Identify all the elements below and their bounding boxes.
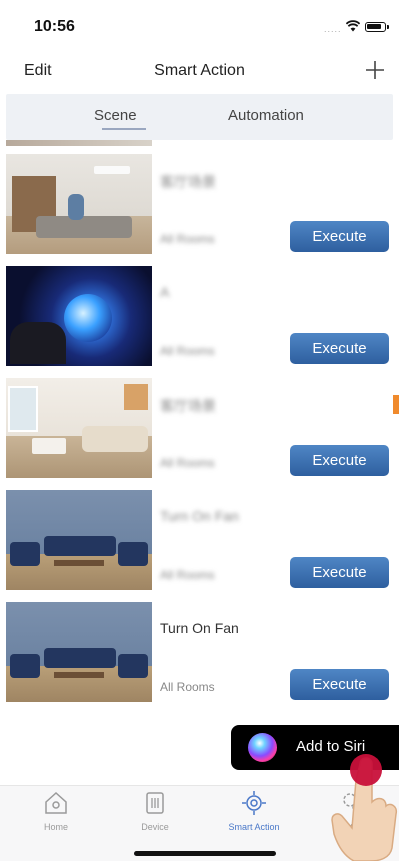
- scene-name: Turn On Fan: [160, 620, 239, 636]
- scene-room: All Rooms: [160, 568, 215, 582]
- scene-card[interactable]: Turn On Fan All Rooms Execute: [6, 490, 393, 590]
- device-icon: [146, 792, 164, 814]
- tabbar-item-home[interactable]: Home: [16, 790, 96, 832]
- tabbar-label: Smart Action: [228, 822, 280, 832]
- siri-icon: [248, 733, 277, 762]
- planet-shape: [64, 294, 112, 342]
- status-time: 10:56: [34, 18, 75, 35]
- air-conditioner-shape: [94, 166, 130, 174]
- scene-name: 客厅场景: [160, 398, 216, 414]
- tabbar-label: Device: [141, 822, 169, 832]
- execute-button[interactable]: Execute: [290, 221, 389, 252]
- tabbar-item-smart-action[interactable]: Smart Action: [214, 790, 294, 832]
- smart-action-icon: [242, 791, 266, 815]
- scene-room: All Rooms: [160, 344, 215, 358]
- home-indicator: [134, 851, 276, 856]
- battery-icon: [365, 22, 389, 32]
- home-icon: [45, 791, 67, 814]
- cellular-signal-icon: .....: [324, 24, 342, 34]
- scene-card[interactable]: 客厅场景 All Rooms Execute: [6, 378, 393, 478]
- side-tab-marker: [393, 395, 399, 414]
- execute-button[interactable]: Execute: [290, 669, 389, 700]
- sofa-shape: [44, 536, 116, 556]
- scene-card[interactable]: A All Rooms Execute: [6, 266, 393, 366]
- table-shape: [54, 672, 104, 678]
- scene-name: Turn On Fan: [160, 508, 239, 524]
- tab-automation[interactable]: Automation: [228, 107, 304, 124]
- scene-automation-tabs: Scene Automation: [6, 94, 393, 140]
- scene-room: All Rooms: [160, 232, 215, 246]
- armchair-shape: [118, 542, 148, 566]
- scene-card[interactable]: Turn On Fan All Rooms Execute: [6, 602, 393, 702]
- armchair-shape: [10, 654, 40, 678]
- scene-image: [6, 602, 152, 702]
- armchair-shape: [10, 542, 40, 566]
- picture-frame-shape: [124, 384, 148, 410]
- person-shape: [68, 194, 84, 220]
- scene-room: All Rooms: [160, 680, 215, 694]
- scene-image: [6, 490, 152, 590]
- scene-image: [6, 266, 152, 366]
- scene-image: [6, 154, 152, 254]
- scene-card[interactable]: 客厅场景 All Rooms Execute: [6, 154, 393, 254]
- wifi-icon: [346, 20, 360, 32]
- table-shape: [32, 438, 66, 454]
- scene-image: [6, 378, 152, 478]
- armchair-shape: [118, 654, 148, 678]
- scene-name: 客厅场景: [160, 174, 216, 190]
- tab-scene[interactable]: Scene: [94, 107, 137, 124]
- sofa-shape: [44, 648, 116, 668]
- sofa-shape: [36, 216, 132, 238]
- sofa-shape: [82, 426, 148, 452]
- page-title: Smart Action: [154, 62, 245, 79]
- execute-button[interactable]: Execute: [290, 445, 389, 476]
- add-icon[interactable]: [364, 59, 386, 81]
- table-shape: [54, 560, 104, 566]
- navigation-bar: Edit Smart Action: [0, 50, 399, 94]
- viewer-chair-shape: [10, 322, 66, 364]
- tabbar-item-device[interactable]: Device: [115, 790, 195, 832]
- tabbar-label: Home: [43, 822, 68, 832]
- scene-image-partial: [6, 140, 152, 146]
- status-bar: 10:56 .....: [0, 0, 399, 50]
- window-shape: [8, 386, 38, 432]
- execute-button[interactable]: Execute: [290, 333, 389, 364]
- scene-name: A: [160, 284, 170, 300]
- active-tab-indicator: [102, 128, 146, 130]
- scene-room: All Rooms: [160, 456, 215, 470]
- tap-hand-icon: [331, 754, 398, 861]
- execute-button[interactable]: Execute: [290, 557, 389, 588]
